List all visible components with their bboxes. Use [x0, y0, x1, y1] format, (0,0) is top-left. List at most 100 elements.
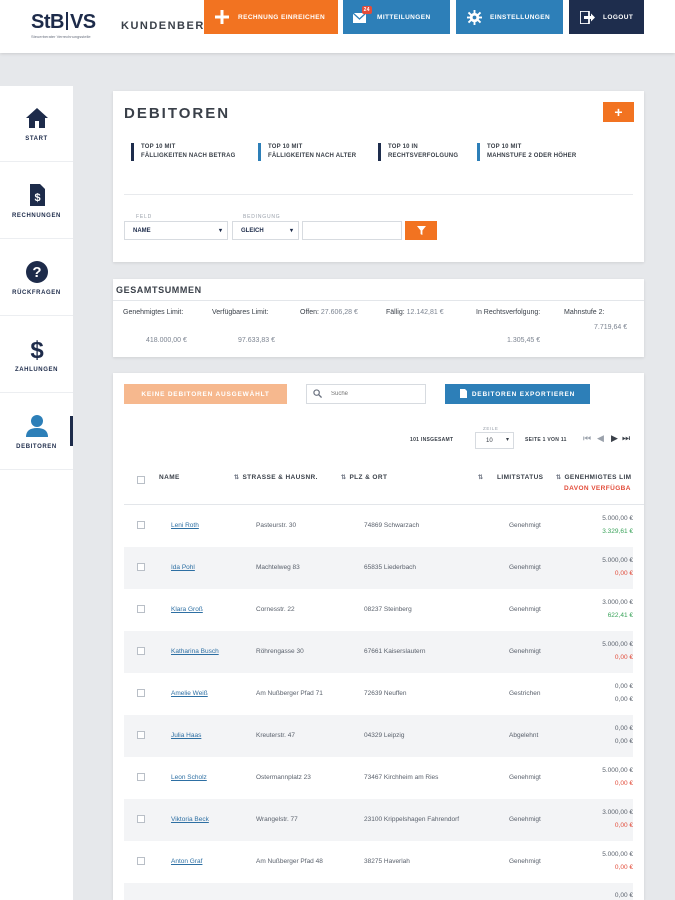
rows-per-page-select[interactable]: 10 ▾ [475, 432, 514, 449]
quicklink-top10-mahnstufe[interactable]: Top 10 mit Mahnstufe 2 oder höher [477, 143, 576, 161]
column-header-sort-toggle[interactable]: ⇅ [478, 474, 486, 481]
debitor-name-link[interactable]: Leni Roth [171, 522, 199, 529]
select-all-checkbox[interactable] [137, 476, 145, 484]
table-row[interactable]: Amelie Weiß Am Nußberger Pfad 71 72639 N… [124, 673, 633, 715]
legal-amount-value: 1.305,45 € [507, 337, 541, 344]
row-checkbox[interactable] [137, 647, 145, 655]
available-limit-value: 97.633,83 € [238, 337, 275, 344]
previous-page-icon[interactable]: ◀ [597, 433, 604, 444]
limit-cell: 5.000,00 € [602, 851, 633, 858]
available-limit-label: Verfügbares Limit: [212, 309, 269, 316]
row-checkbox[interactable] [137, 773, 145, 781]
table-row[interactable]: Ida Pohl Machtelweg 83 65835 Liederbach … [124, 547, 633, 589]
next-page-icon[interactable]: ▶ [611, 433, 618, 444]
status-cell: Genehmigt [509, 648, 541, 655]
svg-text:?: ? [32, 264, 41, 281]
table-row[interactable]: Julia Haas Kreuterstr. 47 04329 Leipzig … [124, 715, 633, 757]
column-header-limit[interactable]: ⇅ Genehmigtes Lim [556, 474, 631, 481]
quicklink-top10-rechtsverfolgung[interactable]: Top 10 in Rechtsverfolgung [378, 143, 458, 161]
filter-button[interactable] [405, 221, 437, 240]
add-debitor-button[interactable]: + [603, 102, 634, 122]
available-cell: 0,00 € [614, 738, 633, 745]
messages-button[interactable]: 24 Mitteilungen [343, 0, 450, 34]
question-icon: ? [25, 260, 49, 284]
limit-cell: 0,00 € [614, 892, 633, 899]
table-row[interactable]: Katharina Busch Röhrengasse 30 67661 Kai… [124, 631, 633, 673]
logo-subtitle: Steuerberater Verrechnungsstelle [31, 34, 91, 39]
table-row[interactable]: Viktoria Beck Wrangelstr. 77 23100 Kripp… [124, 799, 633, 841]
column-header-plz[interactable]: ⇅ PLZ & Ort [341, 474, 387, 481]
sort-icon: ⇅ [556, 475, 562, 481]
search-field[interactable] [306, 384, 426, 404]
sidebar-item-start[interactable]: Start [0, 86, 73, 162]
column-header-status[interactable]: Limitstatus [497, 474, 543, 481]
debitor-name-link[interactable]: Viktoria Beck [171, 816, 209, 823]
legal-amount-label: In Rechtsverfolgung: [476, 309, 541, 316]
city-cell: 04329 Leipzig [364, 732, 405, 739]
total-count: 101 insgesamt [410, 437, 454, 443]
logout-button[interactable]: Logout [569, 0, 644, 34]
logo-text-left: StB [31, 11, 64, 33]
debitor-name-link[interactable]: Katharina Busch [171, 648, 219, 655]
logout-label: Logout [603, 13, 634, 21]
row-checkbox[interactable] [137, 689, 145, 697]
last-page-icon[interactable]: ⏭ [622, 433, 630, 444]
sidebar-item-rechnungen[interactable]: $ Rechnungen [0, 163, 73, 239]
quicklink-top10-betrag[interactable]: Top 10 mit Fälligkeiten nach Betrag [131, 143, 235, 161]
sort-icon: ⇅ [341, 475, 347, 481]
sidebar-item-zahlungen[interactable]: $ Zahlungen [0, 317, 73, 393]
submit-invoice-button[interactable]: Rechnung einreichen [204, 0, 338, 34]
city-cell: 23100 Krippelshagen Fahrendorf [364, 816, 460, 823]
first-page-icon[interactable]: ⏮ [583, 433, 591, 444]
logo[interactable]: StB VS Steuerberater Verrechnungsstelle [31, 12, 103, 42]
debitor-name-link[interactable]: Ida Pohl [171, 564, 195, 571]
debitor-name-link[interactable]: Amelie Weiß [171, 690, 208, 697]
table-row[interactable]: 0,00 € [124, 883, 633, 900]
search-input[interactable] [331, 391, 421, 397]
sidebar-item-debitoren[interactable]: Debitoren [0, 394, 73, 470]
settings-button[interactable]: Einstellungen [456, 0, 563, 34]
status-cell: Genehmigt [509, 564, 541, 571]
row-checkbox[interactable] [137, 563, 145, 571]
no-selection-button[interactable]: Keine Debitoren ausgewählt [124, 384, 287, 404]
city-cell: 65835 Liederbach [364, 564, 417, 571]
table-row[interactable]: Klara Groß Cornesstr. 22 08237 Steinberg… [124, 589, 633, 631]
sidebar-item-rueckfragen[interactable]: ? Rückfragen [0, 240, 73, 316]
debitor-name-link[interactable]: Leon Scholz [171, 774, 207, 781]
invoice-icon: $ [25, 183, 49, 207]
document-icon [459, 388, 467, 400]
debitor-name-link[interactable]: Anton Graf [171, 858, 202, 865]
export-button[interactable]: Debitoren exportieren [445, 384, 590, 404]
available-cell: 0,00 € [614, 570, 633, 577]
limit-cell: 5.000,00 € [602, 515, 633, 522]
filter-condition-select[interactable]: Gleich ▾ [232, 221, 299, 240]
city-cell: 73467 Kirchheim am Ries [364, 774, 439, 781]
table-row[interactable]: Anton Graf Am Nußberger Pfad 48 38275 Ha… [124, 841, 633, 883]
available-cell: 0,00 € [614, 822, 633, 829]
row-checkbox[interactable] [137, 731, 145, 739]
row-checkbox[interactable] [137, 605, 145, 613]
column-header-name[interactable]: Name [159, 474, 180, 481]
debitor-name-link[interactable]: Julia Haas [171, 732, 201, 739]
divider [113, 300, 644, 301]
chevron-down-icon: ▾ [218, 228, 222, 234]
row-checkbox[interactable] [137, 815, 145, 823]
logo-text-right: VS [69, 11, 96, 33]
settings-label: Einstellungen [490, 13, 551, 21]
filter-field-select[interactable]: Name ▾ [124, 221, 228, 240]
table-row[interactable]: Leni Roth Pasteurstr. 30 74869 Schwarzac… [124, 505, 633, 547]
available-cell: 0,00 € [614, 780, 633, 787]
column-header-strasse[interactable]: ⇅ Strasse & Hausnr. [234, 474, 318, 481]
table-row[interactable]: Leon Scholz Ostermannplatz 23 73467 Kirc… [124, 757, 633, 799]
filter-condition-label: Bedingung [243, 214, 281, 220]
debitoren-panel: DEBITOREN + Top 10 mit Fälligkeiten nach… [113, 91, 644, 262]
mail-icon: 24 [353, 6, 372, 25]
quicklink-top10-alter[interactable]: Top 10 mit Fälligkeiten nach Alter [258, 143, 356, 161]
debitor-name-link[interactable]: Klara Groß [171, 606, 203, 613]
available-cell: 0,00 € [614, 696, 633, 703]
sidebar-item-label: Debitoren [16, 443, 57, 450]
street-cell: Am Nußberger Pfad 71 [256, 690, 323, 697]
row-checkbox[interactable] [137, 521, 145, 529]
row-checkbox[interactable] [137, 857, 145, 865]
filter-value-input[interactable] [302, 221, 402, 240]
